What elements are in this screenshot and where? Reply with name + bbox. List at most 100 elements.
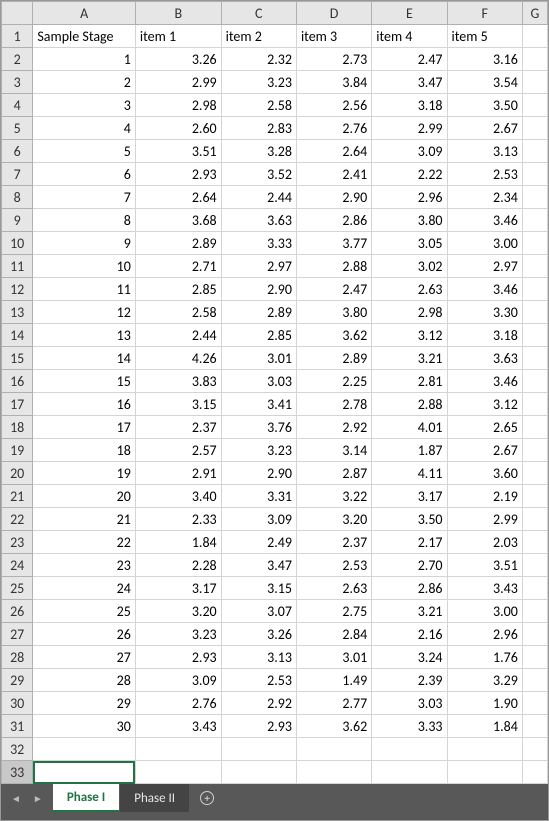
cell-G22[interactable] [522, 508, 547, 531]
cell-A6[interactable]: 5 [33, 140, 136, 163]
cell-F15[interactable]: 3.63 [447, 347, 522, 370]
cell-A25[interactable]: 24 [33, 577, 136, 600]
cell-D27[interactable]: 2.84 [296, 623, 371, 646]
cell-F14[interactable]: 3.18 [447, 324, 522, 347]
cell-D15[interactable]: 2.89 [296, 347, 371, 370]
cell-B20[interactable]: 2.91 [135, 462, 221, 485]
cell-C12[interactable]: 2.90 [221, 278, 296, 301]
cell-B6[interactable]: 3.51 [135, 140, 221, 163]
cell-A33[interactable] [33, 761, 136, 784]
cell-D33[interactable] [296, 761, 371, 784]
cell-E9[interactable]: 3.80 [372, 209, 447, 232]
cell-G30[interactable] [522, 692, 547, 715]
row-header-12[interactable]: 12 [2, 278, 33, 301]
cell-E15[interactable]: 3.21 [372, 347, 447, 370]
cell-E27[interactable]: 2.16 [372, 623, 447, 646]
cell-B13[interactable]: 2.58 [135, 301, 221, 324]
tab-prev-icon[interactable]: ◄ [11, 792, 21, 805]
col-header-E[interactable]: E [372, 2, 447, 25]
cell-G26[interactable] [522, 600, 547, 623]
cell-D22[interactable]: 3.20 [296, 508, 371, 531]
cell-G33[interactable] [522, 761, 547, 784]
cell-E31[interactable]: 3.33 [372, 715, 447, 738]
cell-E26[interactable]: 3.21 [372, 600, 447, 623]
cell-B11[interactable]: 2.71 [135, 255, 221, 278]
cell-C9[interactable]: 3.63 [221, 209, 296, 232]
cell-G4[interactable] [522, 94, 547, 117]
cell-B31[interactable]: 3.43 [135, 715, 221, 738]
cell-F3[interactable]: 3.54 [447, 71, 522, 94]
cell-G6[interactable] [522, 140, 547, 163]
cell-G19[interactable] [522, 439, 547, 462]
cell-D18[interactable]: 2.92 [296, 416, 371, 439]
cell-F24[interactable]: 3.51 [447, 554, 522, 577]
row-header-6[interactable]: 6 [2, 140, 33, 163]
cell-E17[interactable]: 2.88 [372, 393, 447, 416]
cell-E4[interactable]: 3.18 [372, 94, 447, 117]
cell-F7[interactable]: 2.53 [447, 163, 522, 186]
row-header-29[interactable]: 29 [2, 669, 33, 692]
cell-E14[interactable]: 3.12 [372, 324, 447, 347]
row-header-14[interactable]: 14 [2, 324, 33, 347]
cell-D13[interactable]: 3.80 [296, 301, 371, 324]
cell-A13[interactable]: 12 [33, 301, 136, 324]
cell-D26[interactable]: 2.75 [296, 600, 371, 623]
cell-A10[interactable]: 9 [33, 232, 136, 255]
cell-A3[interactable]: 2 [33, 71, 136, 94]
cell-F13[interactable]: 3.30 [447, 301, 522, 324]
cell-E25[interactable]: 2.86 [372, 577, 447, 600]
cell-D32[interactable] [296, 738, 371, 761]
cell-C32[interactable] [221, 738, 296, 761]
cell-B18[interactable]: 2.37 [135, 416, 221, 439]
select-all-corner[interactable] [2, 2, 33, 25]
cell-B17[interactable]: 3.15 [135, 393, 221, 416]
col-header-F[interactable]: F [447, 2, 522, 25]
cell-E16[interactable]: 2.81 [372, 370, 447, 393]
row-header-15[interactable]: 15 [2, 347, 33, 370]
cell-C17[interactable]: 3.41 [221, 393, 296, 416]
row-header-33[interactable]: 33 [2, 761, 33, 784]
cell-A7[interactable]: 6 [33, 163, 136, 186]
cell-F2[interactable]: 3.16 [447, 48, 522, 71]
cell-B22[interactable]: 2.33 [135, 508, 221, 531]
cell-A27[interactable]: 26 [33, 623, 136, 646]
cell-C4[interactable]: 2.58 [221, 94, 296, 117]
cell-D7[interactable]: 2.41 [296, 163, 371, 186]
cell-G8[interactable] [522, 186, 547, 209]
cell-E8[interactable]: 2.96 [372, 186, 447, 209]
row-header-13[interactable]: 13 [2, 301, 33, 324]
cell-C28[interactable]: 3.13 [221, 646, 296, 669]
cell-B2[interactable]: 3.26 [135, 48, 221, 71]
cell-G28[interactable] [522, 646, 547, 669]
cell-F30[interactable]: 1.90 [447, 692, 522, 715]
cell-A26[interactable]: 25 [33, 600, 136, 623]
cell-D2[interactable]: 2.73 [296, 48, 371, 71]
cell-C26[interactable]: 3.07 [221, 600, 296, 623]
cell-C33[interactable] [221, 761, 296, 784]
row-header-1[interactable]: 1 [2, 25, 33, 48]
cell-A20[interactable]: 19 [33, 462, 136, 485]
row-header-10[interactable]: 10 [2, 232, 33, 255]
cell-B8[interactable]: 2.64 [135, 186, 221, 209]
cell-D20[interactable]: 2.87 [296, 462, 371, 485]
cell-F9[interactable]: 3.46 [447, 209, 522, 232]
cell-C27[interactable]: 3.26 [221, 623, 296, 646]
row-header-24[interactable]: 24 [2, 554, 33, 577]
cell-F20[interactable]: 3.60 [447, 462, 522, 485]
col-header-D[interactable]: D [296, 2, 371, 25]
row-header-22[interactable]: 22 [2, 508, 33, 531]
cell-B4[interactable]: 2.98 [135, 94, 221, 117]
cell-C18[interactable]: 3.76 [221, 416, 296, 439]
cell-B7[interactable]: 2.93 [135, 163, 221, 186]
cell-D23[interactable]: 2.37 [296, 531, 371, 554]
add-sheet-button[interactable]: + [190, 784, 225, 812]
cell-D12[interactable]: 2.47 [296, 278, 371, 301]
col-header-G[interactable]: G [522, 2, 547, 25]
cell-D28[interactable]: 3.01 [296, 646, 371, 669]
col-header-B[interactable]: B [135, 2, 221, 25]
cell-E23[interactable]: 2.17 [372, 531, 447, 554]
row-header-3[interactable]: 3 [2, 71, 33, 94]
cell-A9[interactable]: 8 [33, 209, 136, 232]
cell-F23[interactable]: 2.03 [447, 531, 522, 554]
cell-F4[interactable]: 3.50 [447, 94, 522, 117]
